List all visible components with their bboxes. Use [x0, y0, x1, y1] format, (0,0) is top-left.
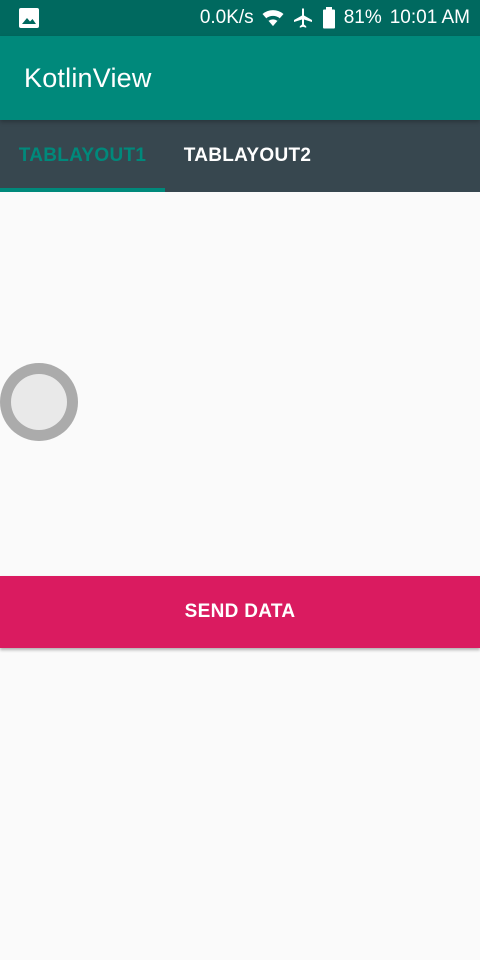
- clock: 10:01 AM: [389, 7, 470, 28]
- tab-tablayout2[interactable]: TABLAYOUT2: [165, 120, 330, 192]
- status-bar: 0.0K/s 81% 10:01 AM: [0, 0, 480, 36]
- net-speed: 0.0K/s: [199, 7, 254, 28]
- touch-indicator: [0, 363, 78, 441]
- image-notification-icon: [18, 7, 40, 29]
- status-right: 0.0K/s 81% 10:01 AM: [200, 0, 470, 36]
- app-title: KotlinView: [24, 62, 152, 93]
- tab-bar: TABLAYOUT1 TABLAYOUT2: [0, 120, 480, 192]
- tab-label: TABLAYOUT1: [18, 145, 147, 166]
- battery-percent: 81%: [343, 7, 382, 28]
- touch-indicator-inner: [11, 374, 67, 430]
- tab-tablayout1[interactable]: TABLAYOUT1: [0, 120, 165, 192]
- send-data-button[interactable]: SEND DATA: [0, 576, 480, 648]
- app-bar: KotlinView: [0, 36, 480, 120]
- wifi-icon: [262, 8, 284, 28]
- status-left: [18, 7, 40, 29]
- battery-icon: [322, 7, 336, 29]
- tab-label: TABLAYOUT2: [183, 145, 312, 166]
- airplane-icon: [292, 7, 314, 29]
